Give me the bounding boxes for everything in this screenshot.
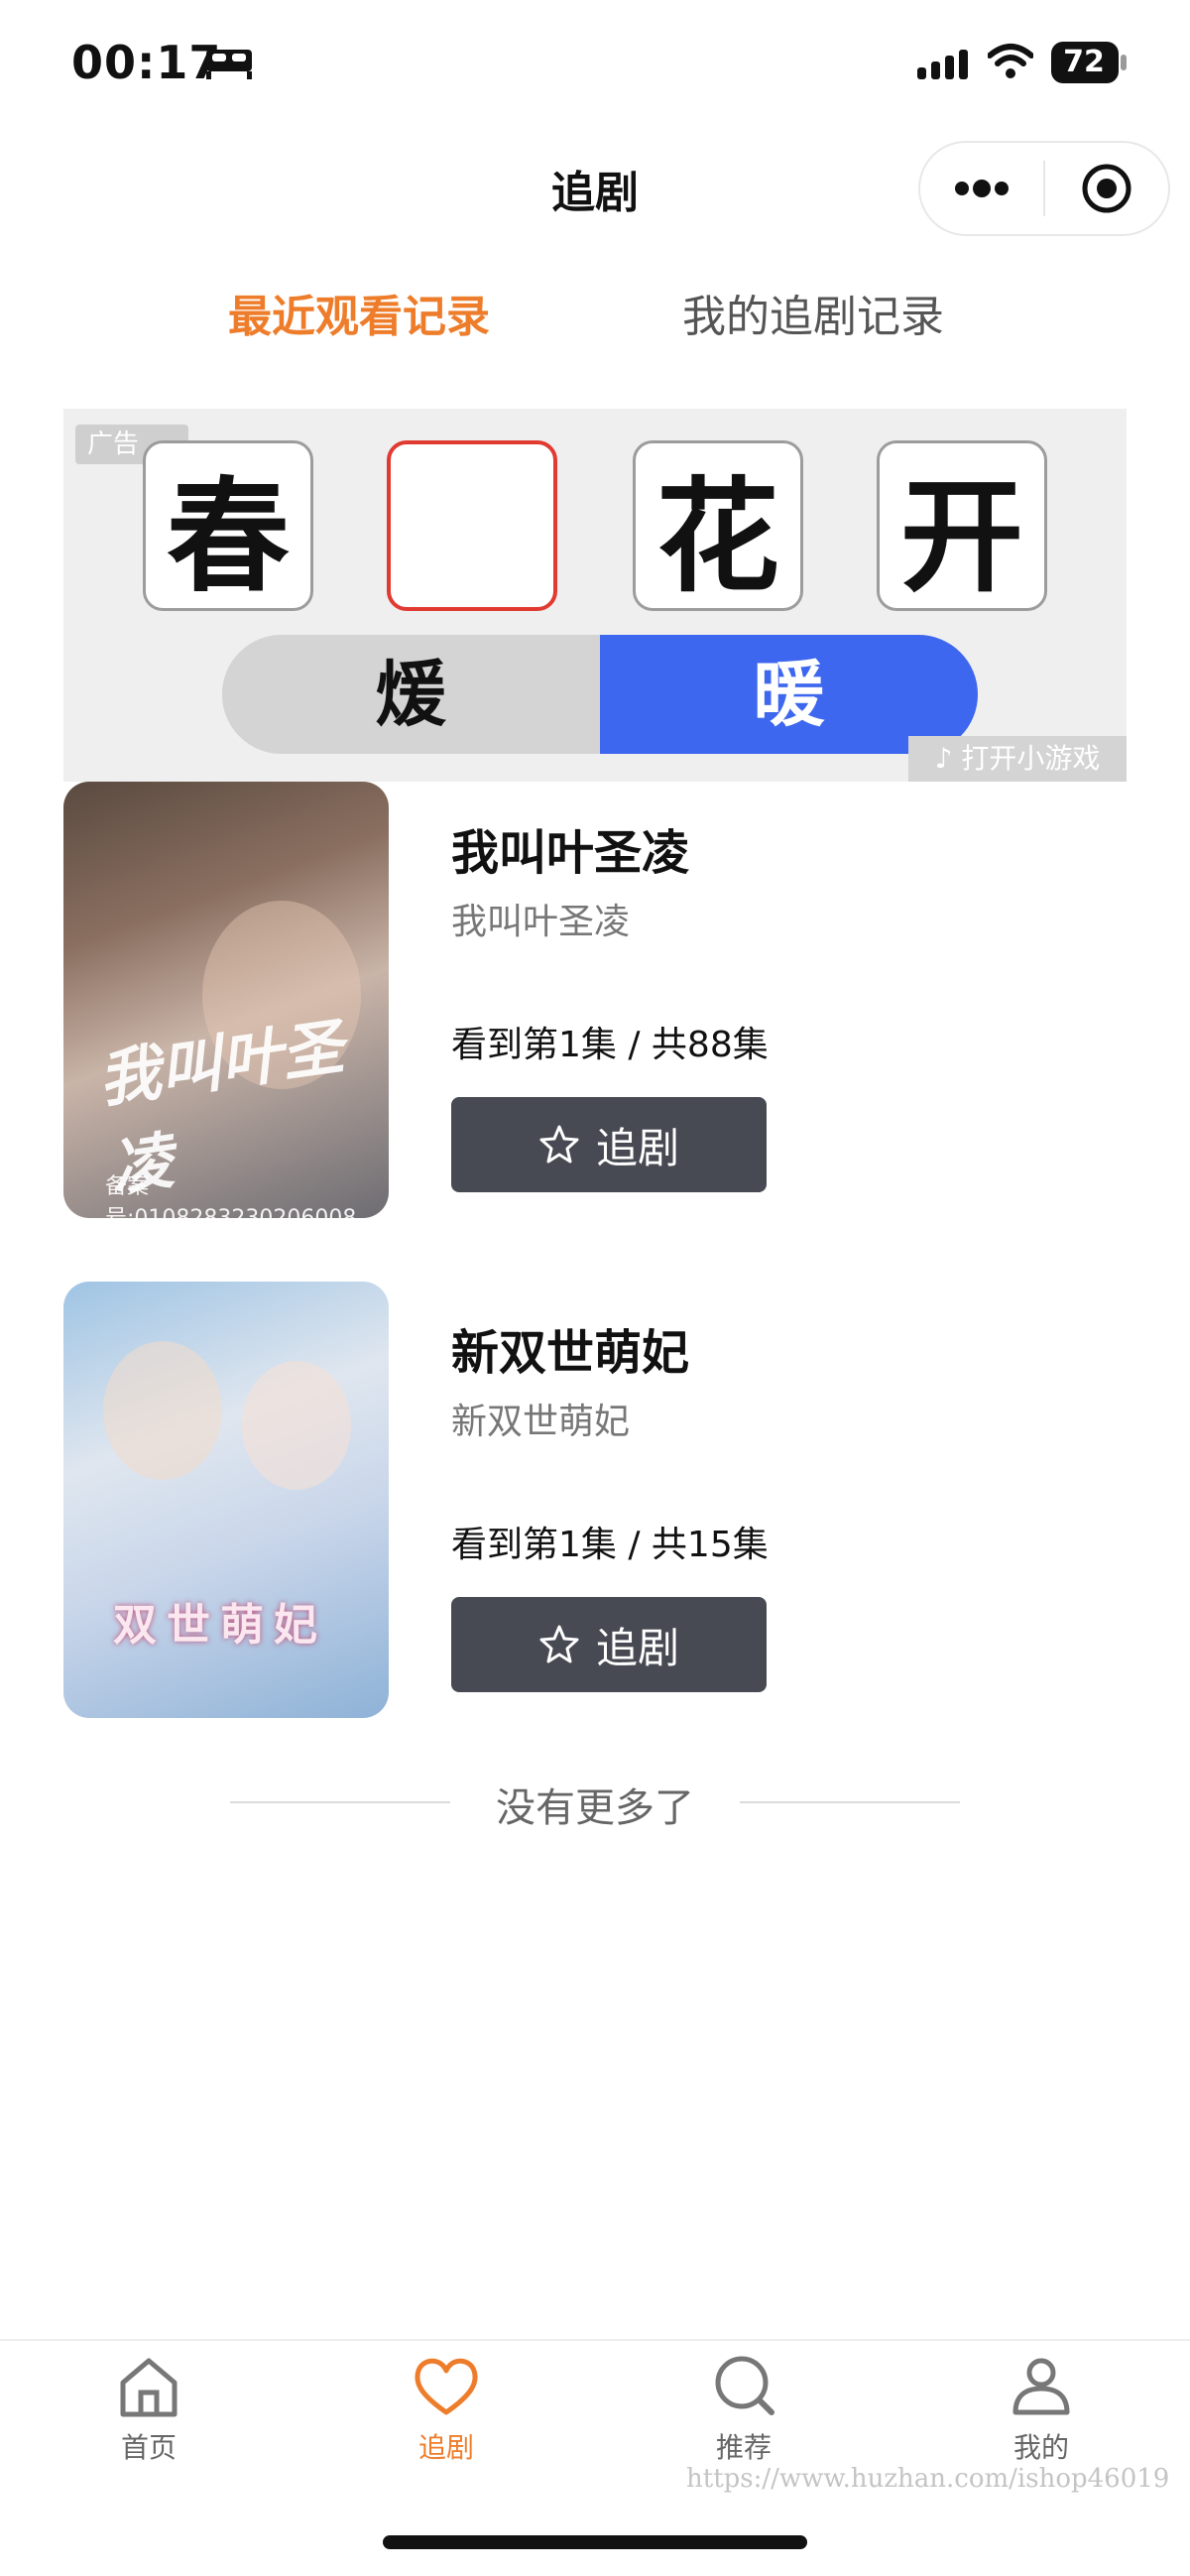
- star-icon: [539, 1625, 579, 1663]
- capsule-divider: [1043, 161, 1045, 216]
- tabbar-label: 推荐: [715, 2431, 772, 2464]
- ad-char-box: 春: [143, 440, 313, 611]
- status-time: 00:17: [71, 36, 222, 89]
- open-mini-game-button[interactable]: ♪ 打开小游戏: [908, 736, 1127, 782]
- search-icon: [715, 2356, 774, 2415]
- ad-choice-left[interactable]: 煖: [222, 635, 600, 754]
- ad-char-box: 花: [633, 440, 803, 611]
- ad-char-box: 开: [877, 440, 1047, 611]
- ad-choice-toggle: 煖 暖: [222, 635, 978, 754]
- home-indicator[interactable]: [383, 2535, 807, 2549]
- tabbar-label: 首页: [120, 2431, 177, 2464]
- more-icon[interactable]: [952, 175, 1012, 202]
- user-icon: [1012, 2358, 1070, 2415]
- drama-progress: 看到第1集 / 共15集: [451, 1525, 769, 1565]
- tab-recent-history[interactable]: 最近观看记录: [228, 288, 490, 347]
- tabbar-item-profile[interactable]: 我的: [942, 2351, 1140, 2466]
- drama-poster[interactable]: 双世萌妃: [63, 1282, 389, 1718]
- poster-figure: [103, 1341, 222, 1480]
- tabbar-label: 追剧: [417, 2431, 474, 2464]
- poster-title-art: 双世萌妃: [113, 1600, 327, 1651]
- close-program-icon[interactable]: [1081, 163, 1132, 214]
- drama-progress: 看到第1集 / 共88集: [451, 1025, 769, 1065]
- follow-button[interactable]: 追剧: [451, 1597, 767, 1692]
- tabbar-item-recommend[interactable]: 推荐: [645, 2351, 843, 2466]
- tab-my-follows[interactable]: 我的追剧记录: [682, 288, 944, 347]
- drama-poster[interactable]: 我叫叶圣凌 备案号:0108283230206008: [63, 782, 389, 1218]
- tabbar-item-home[interactable]: 首页: [50, 2351, 248, 2466]
- tabbar-item-follow[interactable]: 追剧: [347, 2351, 545, 2466]
- tabbar-label: 我的: [1012, 2431, 1069, 2464]
- follow-button[interactable]: 追剧: [451, 1097, 767, 1192]
- end-of-list-text: 没有更多了: [496, 1785, 694, 1831]
- drama-title[interactable]: 新双世萌妃: [451, 1313, 689, 1383]
- wifi-icon: [988, 44, 1033, 78]
- drama-title[interactable]: 我叫叶圣凌: [451, 813, 689, 883]
- poster-license-code: 备案号:0108283230206008: [105, 1174, 356, 1218]
- follow-button-label: 追剧: [595, 1123, 679, 1172]
- tabbar-border: [0, 2339, 1190, 2341]
- battery-level: 72: [1063, 45, 1105, 79]
- battery-indicator: 72: [1051, 42, 1129, 83]
- watermark: https://www.huzhan.com/ishop46019: [686, 2464, 1170, 2494]
- home-icon: [120, 2358, 178, 2417]
- ad-tag-label: 广告: [87, 429, 140, 459]
- ad-char-box-blank[interactable]: [387, 440, 557, 611]
- signal-icon: [917, 50, 968, 79]
- heart-icon: [415, 2358, 478, 2415]
- sleep-focus-icon: [206, 50, 252, 79]
- open-mini-game-label: 打开小游戏: [961, 742, 1101, 775]
- divider: [740, 1801, 960, 1803]
- follow-button-label: 追剧: [595, 1623, 679, 1672]
- poster-figure: [242, 1361, 351, 1490]
- drama-subtitle: 我叫叶圣凌: [451, 902, 631, 942]
- drama-subtitle: 新双世萌妃: [451, 1402, 631, 1442]
- star-icon: [539, 1125, 579, 1164]
